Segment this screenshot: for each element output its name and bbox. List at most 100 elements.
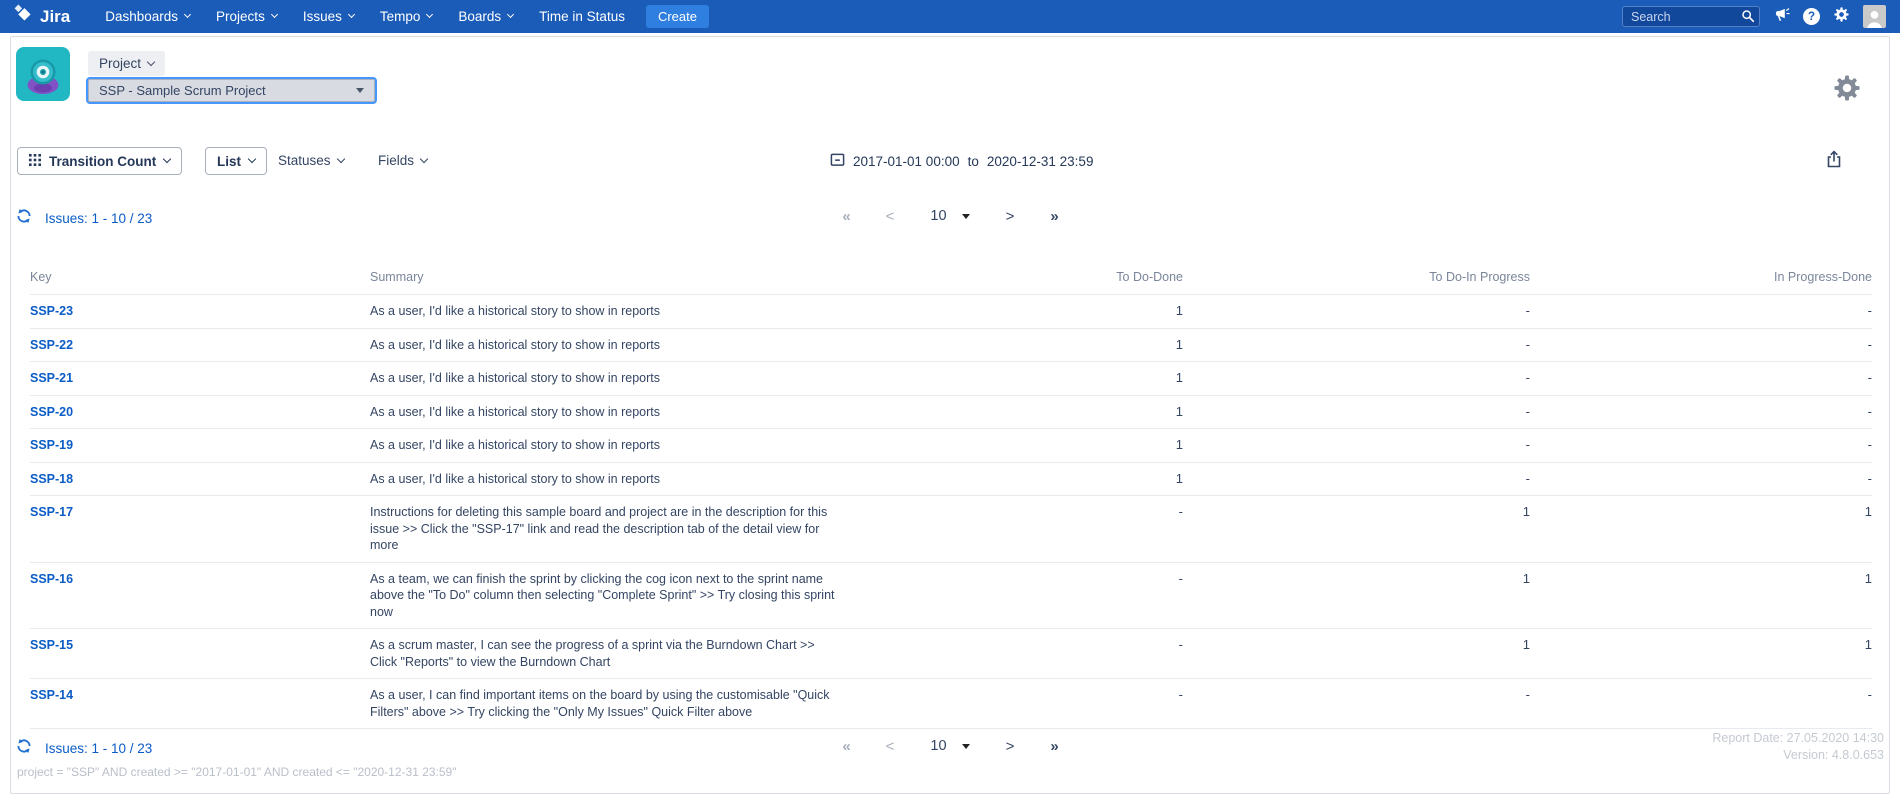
first-page-button[interactable]: « bbox=[842, 739, 849, 754]
transition-count-value: - bbox=[844, 571, 1183, 588]
create-button[interactable]: Create bbox=[646, 5, 709, 28]
help-icon[interactable]: ? bbox=[1803, 8, 1820, 25]
nav-right-group: ? bbox=[1622, 5, 1886, 28]
select-arrow-icon bbox=[962, 744, 970, 749]
page-size-select[interactable]: 10 bbox=[930, 738, 969, 754]
project-select[interactable]: SSP - Sample Scrum Project bbox=[88, 79, 375, 102]
issue-key-link[interactable]: SSP-22 bbox=[30, 337, 370, 354]
project-scope-button[interactable]: Project bbox=[88, 51, 165, 76]
date-range: 2017-01-01 00:00 to 2020-12-31 23:59 bbox=[830, 152, 1093, 170]
transition-count-value: - bbox=[844, 687, 1183, 704]
transition-count-value: - bbox=[844, 504, 1183, 521]
transition-count-value: 1 bbox=[844, 471, 1183, 488]
next-page-button[interactable]: > bbox=[1006, 739, 1015, 754]
transition-count-value: 1 bbox=[844, 404, 1183, 421]
calendar-icon[interactable] bbox=[830, 152, 845, 170]
statuses-dropdown[interactable]: Statuses bbox=[278, 153, 344, 168]
transition-count-value: - bbox=[1183, 471, 1530, 488]
nav-item-boards[interactable]: Boards bbox=[445, 0, 526, 33]
issue-key-link[interactable]: SSP-20 bbox=[30, 404, 370, 421]
report-date: Report Date: 27.05.2020 14:30 bbox=[1712, 730, 1884, 747]
pagination-top: « < 10 > » bbox=[0, 208, 1900, 224]
col-header-todo-done: To Do-Done bbox=[844, 270, 1183, 284]
fields-dropdown[interactable]: Fields bbox=[378, 153, 427, 168]
nav-item-issues[interactable]: Issues bbox=[290, 0, 367, 33]
transition-count-value: 1 bbox=[844, 437, 1183, 454]
transition-count-value: - bbox=[1530, 370, 1872, 387]
col-header-todo-inprogress: To Do-In Progress bbox=[1183, 270, 1530, 284]
project-avatar[interactable] bbox=[16, 47, 70, 101]
pagination-bottom: « < 10 > » bbox=[0, 738, 1900, 754]
prev-page-button[interactable]: < bbox=[886, 739, 895, 754]
nav-item-projects[interactable]: Projects bbox=[203, 0, 290, 33]
transition-count-value: - bbox=[1530, 303, 1872, 320]
search-wrap bbox=[1622, 6, 1760, 27]
time-in-status-page: Jira Dashboards Projects Issues Tempo Bo… bbox=[0, 0, 1900, 811]
transition-count-value: 1 bbox=[1530, 571, 1872, 588]
issue-summary: As a team, we can finish the sprint by c… bbox=[370, 571, 840, 621]
transition-count-value: - bbox=[1183, 687, 1530, 704]
report-meta: Report Date: 27.05.2020 14:30 Version: 4… bbox=[1712, 730, 1884, 764]
transition-count-value: - bbox=[1530, 404, 1872, 421]
search-icon[interactable] bbox=[1741, 9, 1755, 28]
page-size-select[interactable]: 10 bbox=[930, 208, 969, 224]
table-body: SSP-23As a user, I'd like a historical s… bbox=[30, 295, 1872, 729]
issue-summary: As a user, I'd like a historical story t… bbox=[370, 437, 840, 454]
table-row: SSP-21As a user, I'd like a historical s… bbox=[30, 362, 1872, 396]
table-row: SSP-15As a scrum master, I can see the p… bbox=[30, 629, 1872, 679]
transition-count-value: - bbox=[1183, 437, 1530, 454]
transition-count-value: 1 bbox=[1530, 637, 1872, 654]
transition-count-value: - bbox=[1183, 303, 1530, 320]
jira-logo[interactable]: Jira bbox=[14, 4, 70, 29]
transition-count-value: 1 bbox=[1183, 504, 1530, 521]
next-page-button[interactable]: > bbox=[1006, 209, 1015, 224]
issue-key-link[interactable]: SSP-19 bbox=[30, 437, 370, 454]
table-row: SSP-20As a user, I'd like a historical s… bbox=[30, 396, 1872, 430]
issue-key-link[interactable]: SSP-21 bbox=[30, 370, 370, 387]
prev-page-button[interactable]: < bbox=[886, 209, 895, 224]
nav-item-time-in-status[interactable]: Time in Status bbox=[526, 0, 638, 33]
issue-summary: As a user, I'd like a historical story t… bbox=[370, 471, 840, 488]
brand-name: Jira bbox=[40, 7, 70, 27]
issue-key-link[interactable]: SSP-14 bbox=[30, 687, 370, 704]
transition-count-value: 1 bbox=[844, 370, 1183, 387]
table-row: SSP-14As a user, I can find important it… bbox=[30, 679, 1872, 729]
table-row: SSP-17Instructions for deleting this sam… bbox=[30, 496, 1872, 563]
last-page-button[interactable]: » bbox=[1050, 739, 1057, 754]
issue-key-link[interactable]: SSP-18 bbox=[30, 471, 370, 488]
settings-gear-icon[interactable] bbox=[1832, 73, 1862, 108]
col-header-inprogress-done: In Progress-Done bbox=[1530, 270, 1872, 284]
announcement-icon[interactable] bbox=[1773, 6, 1790, 28]
issue-summary: As a user, I can find important items on… bbox=[370, 687, 840, 720]
chevron-down-icon bbox=[426, 11, 433, 18]
transition-count-value: 1 bbox=[844, 337, 1183, 354]
issue-summary: Instructions for deleting this sample bo… bbox=[370, 504, 840, 554]
user-avatar[interactable] bbox=[1863, 5, 1886, 28]
search-input[interactable] bbox=[1622, 6, 1760, 27]
table-row: SSP-19As a user, I'd like a historical s… bbox=[30, 429, 1872, 463]
issue-summary: As a user, I'd like a historical story t… bbox=[370, 303, 840, 320]
report-type-button[interactable]: Transition Count bbox=[17, 147, 182, 175]
view-type-button[interactable]: List bbox=[205, 147, 267, 175]
issue-summary: As a scrum master, I can see the progres… bbox=[370, 637, 840, 670]
first-page-button[interactable]: « bbox=[842, 209, 849, 224]
date-from[interactable]: 2017-01-01 00:00 bbox=[853, 154, 960, 169]
issue-key-link[interactable]: SSP-16 bbox=[30, 571, 370, 588]
transition-count-value: - bbox=[1530, 687, 1872, 704]
issue-key-link[interactable]: SSP-17 bbox=[30, 504, 370, 521]
issue-key-link[interactable]: SSP-15 bbox=[30, 637, 370, 654]
transition-count-value: - bbox=[1530, 337, 1872, 354]
chevron-down-icon bbox=[248, 155, 256, 163]
nav-settings-icon[interactable] bbox=[1833, 6, 1850, 28]
export-icon[interactable] bbox=[1826, 150, 1842, 173]
issue-summary: As a user, I'd like a historical story t… bbox=[370, 370, 840, 387]
transition-count-value: 1 bbox=[1530, 504, 1872, 521]
col-header-key: Key bbox=[30, 270, 370, 284]
nav-item-tempo[interactable]: Tempo bbox=[367, 0, 446, 33]
issue-key-link[interactable]: SSP-23 bbox=[30, 303, 370, 320]
transition-count-value: - bbox=[1530, 471, 1872, 488]
last-page-button[interactable]: » bbox=[1050, 209, 1057, 224]
chevron-down-icon bbox=[147, 57, 155, 65]
date-to[interactable]: 2020-12-31 23:59 bbox=[987, 154, 1094, 169]
nav-item-dashboards[interactable]: Dashboards bbox=[92, 0, 203, 33]
